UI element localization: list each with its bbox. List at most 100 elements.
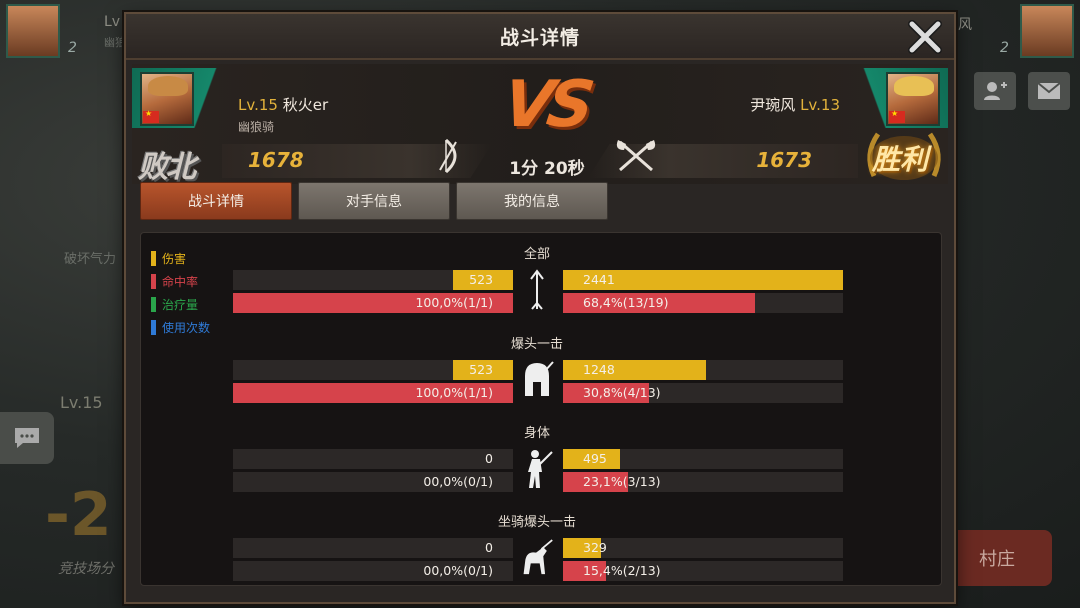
- bg-side-label: 破坏气力: [64, 252, 117, 267]
- legend-swatch: [151, 274, 156, 289]
- left-player-level: Lv.15: [238, 96, 278, 114]
- legend-accuracy: 命中率: [151, 270, 210, 293]
- bar-track: [233, 538, 513, 558]
- left-accuracy-bar: 100,0%(1/1): [233, 293, 513, 313]
- left-accuracy-bar: 00,0%(0/1): [233, 472, 513, 492]
- left-player-score: 1678: [248, 148, 304, 172]
- bg-avatar-left: [6, 4, 60, 58]
- china-flag-icon: [143, 109, 159, 123]
- bg-badge-left: 2: [68, 40, 77, 56]
- vs-emblem: VS: [498, 68, 593, 142]
- bar-value-label: 1248: [583, 362, 615, 377]
- right-accuracy-bar: 68,4%(13/19): [563, 293, 843, 313]
- right-player-name: 尹琬风: [750, 96, 796, 114]
- left-damage-bar: 523: [233, 360, 513, 380]
- bar-value-label: 23,1%(3/13): [583, 474, 661, 489]
- legend-swatch: [151, 320, 156, 335]
- tab-battle-details[interactable]: 战斗详情: [140, 182, 292, 220]
- bg-avatar-right: [1020, 4, 1074, 58]
- chat-icon: [15, 428, 39, 448]
- left-player-guild: 幽狼骑: [238, 120, 275, 134]
- bg-badge-right: 2: [1000, 40, 1009, 56]
- legend-swatch: [151, 251, 156, 266]
- tab-my-info[interactable]: 我的信息: [456, 182, 608, 220]
- section-title: 坐骑爆头一击: [497, 515, 576, 530]
- bar-value-label: 00,0%(0/1): [423, 474, 493, 489]
- left-player-avatar[interactable]: [140, 72, 194, 126]
- mail-button[interactable]: [1028, 72, 1070, 110]
- bow-icon: [432, 136, 472, 176]
- right-damage-bar: 495: [563, 449, 843, 469]
- bar-value-label: 0: [485, 451, 493, 466]
- detail-tabs: 战斗详情 对手信息 我的信息: [140, 182, 608, 222]
- match-header: Lv.15 秋火er 幽狼骑 1678 败北 尹琬风 Lv.13 1673 胜利…: [132, 64, 948, 185]
- left-damage-bar: 523: [233, 270, 513, 290]
- bg-level-text: Lv: [104, 14, 121, 30]
- section-title: 爆头一击: [510, 337, 563, 352]
- battle-details-dialog: 战斗详情 Lv.15 秋火er 幽狼骑 1678 败北 尹琬风 Lv.: [124, 12, 956, 604]
- bar-value-label: 329: [583, 540, 607, 555]
- close-icon: [908, 20, 942, 54]
- legend-label: 伤害: [162, 252, 187, 266]
- dialog-title-bar: 战斗详情: [126, 14, 954, 60]
- victory-badge: 胜利: [858, 124, 950, 190]
- right-accuracy-bar: 23,1%(3/13): [563, 472, 843, 492]
- left-player-level-name: Lv.15 秋火er: [238, 94, 328, 115]
- mail-icon: [1037, 82, 1061, 99]
- bg-level-label: Lv.15: [60, 393, 103, 412]
- bg-big-number: -2: [45, 480, 112, 550]
- chat-button[interactable]: [0, 412, 54, 464]
- match-duration: 1分 20秒: [509, 159, 585, 179]
- right-player-avatar[interactable]: [886, 72, 940, 126]
- section-title: 全部: [523, 247, 550, 262]
- crossed-axes-icon: [612, 136, 660, 176]
- legend-label: 治疗量: [162, 298, 199, 312]
- bar-value-label: 0: [485, 540, 493, 555]
- right-damage-bar: 2441: [563, 270, 843, 290]
- bar-value-label: 30,8%(4/13): [583, 385, 661, 400]
- bar-track: [233, 449, 513, 469]
- right-player-level-name: 尹琬风 Lv.13: [750, 94, 840, 115]
- right-player-score: 1673: [756, 148, 812, 172]
- right-damage-bar: 329: [563, 538, 843, 558]
- right-player-level: Lv.13: [800, 96, 840, 114]
- left-damage-bar: 0: [233, 449, 513, 469]
- right-accuracy-bar: 30,8%(4/13): [563, 383, 843, 403]
- body-icon: [520, 448, 554, 490]
- bar-value-label: 495: [583, 451, 607, 466]
- bar-value-label: 100,0%(1/1): [415, 295, 493, 310]
- legend-swatch: [151, 297, 156, 312]
- bar-value-label: 523: [469, 362, 493, 377]
- close-button[interactable]: [906, 18, 944, 56]
- left-player-name: 秋火er: [282, 96, 329, 114]
- right-accuracy-bar: 15,4%(2/13): [563, 561, 843, 581]
- section-title: 身体: [523, 426, 550, 441]
- arrow-icon: [520, 269, 554, 311]
- legend-label: 命中率: [162, 275, 199, 289]
- legend-healing: 治疗量: [151, 293, 210, 316]
- defeat-label: 败北: [138, 150, 196, 185]
- right-damage-bar: 1248: [563, 360, 843, 380]
- bar-value-label: 68,4%(13/19): [583, 295, 669, 310]
- victory-label: 胜利: [872, 143, 929, 176]
- tab-opponent-info[interactable]: 对手信息: [298, 182, 450, 220]
- bg-arena-label: 竞技场分: [58, 561, 114, 577]
- left-damage-bar: 0: [233, 538, 513, 558]
- left-accuracy-bar: 00,0%(0/1): [233, 561, 513, 581]
- dialog-title: 战斗详情: [499, 26, 580, 49]
- village-button[interactable]: 村庄: [942, 530, 1052, 586]
- china-flag-icon: [889, 109, 905, 123]
- stats-content: 伤害 命中率 治疗量 使用次数 全部 523 100,0%(1/1) 2441 68,4…: [140, 232, 942, 586]
- legend-damage: 伤害: [151, 247, 210, 270]
- bg-guild-text: 幽狼: [104, 36, 126, 49]
- horse-icon: [520, 537, 554, 579]
- bar-value-label: 523: [469, 272, 493, 287]
- bg-name-right: 风: [958, 17, 972, 33]
- bar-value-label: 2441: [583, 272, 615, 287]
- left-accuracy-bar: 100,0%(1/1): [233, 383, 513, 403]
- bar-value-label: 00,0%(0/1): [423, 563, 493, 578]
- bar-value-label: 15,4%(2/13): [583, 563, 661, 578]
- legend-usage-count: 使用次数: [151, 316, 210, 339]
- add-user-icon: [984, 82, 1007, 100]
- add-friend-button[interactable]: [974, 72, 1016, 110]
